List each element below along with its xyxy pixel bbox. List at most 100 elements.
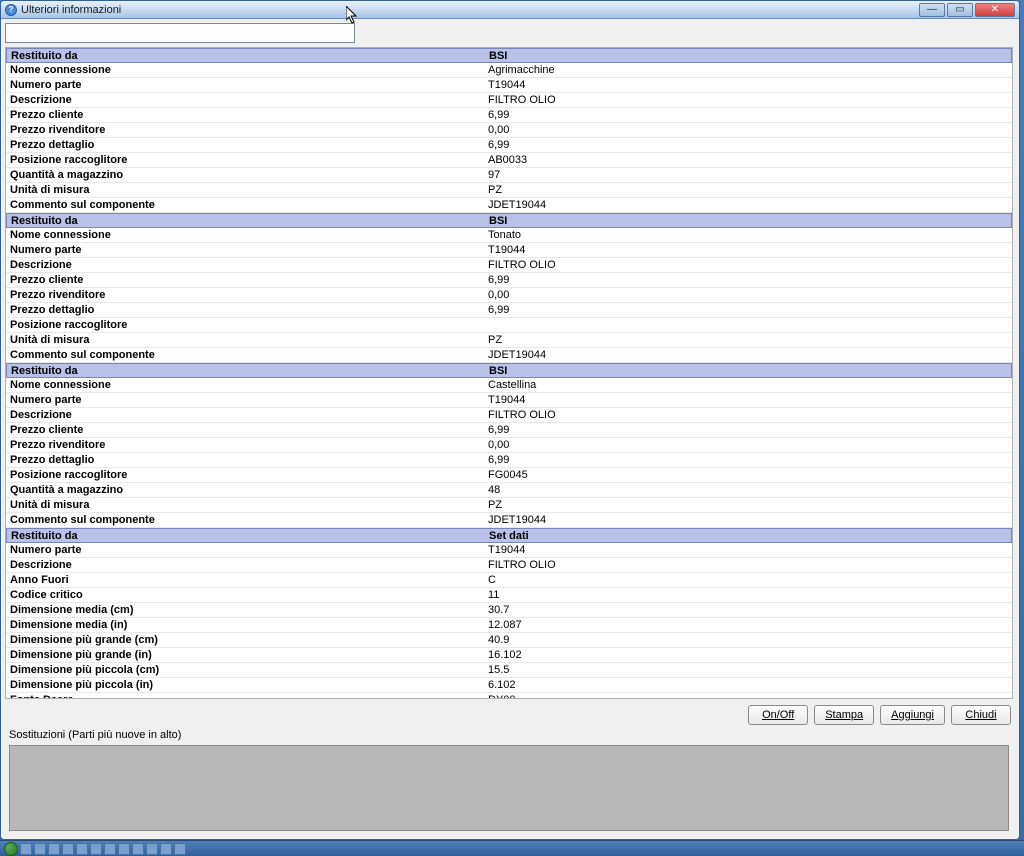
task-item[interactable] — [20, 843, 32, 855]
task-item[interactable] — [90, 843, 102, 855]
grid-row[interactable]: Unità di misuraPZ — [6, 183, 1012, 198]
grid-row[interactable]: Nome connessioneCastellina — [6, 378, 1012, 393]
grid-row[interactable]: Dimensione più grande (cm)40.9 — [6, 633, 1012, 648]
grid-row[interactable]: DescrizioneFILTRO OLIO — [6, 408, 1012, 423]
grid-row[interactable]: Posizione raccoglitore — [6, 318, 1012, 333]
grid-row[interactable]: Prezzo dettaglio6,99 — [6, 453, 1012, 468]
cell-value: T19044 — [484, 243, 1012, 257]
cell-value: T19044 — [484, 543, 1012, 557]
grid-row[interactable]: DescrizioneFILTRO OLIO — [6, 93, 1012, 108]
cell-value: 0,00 — [484, 288, 1012, 302]
task-item[interactable] — [104, 843, 116, 855]
grid-row[interactable]: Posizione raccoglitoreFG0045 — [6, 468, 1012, 483]
grid-row[interactable]: Commento sul componenteJDET19044 — [6, 348, 1012, 363]
task-item[interactable] — [132, 843, 144, 855]
grid-row[interactable]: Dimensione più piccola (in)6.102 — [6, 678, 1012, 693]
grid-row[interactable]: Codice critico11 — [6, 588, 1012, 603]
grid-row[interactable]: Prezzo rivenditore0,00 — [6, 123, 1012, 138]
grid-row[interactable]: Prezzo rivenditore0,00 — [6, 288, 1012, 303]
grid-row[interactable]: Unità di misuraPZ — [6, 498, 1012, 513]
cell-label: Descrizione — [6, 258, 484, 272]
cell-value: 0,00 — [484, 123, 1012, 137]
cell-value: BSI — [485, 49, 1011, 62]
cell-label: Prezzo cliente — [6, 108, 484, 122]
grid-row[interactable]: Quantità a magazzino48 — [6, 483, 1012, 498]
cell-label: Anno Fuori — [6, 573, 484, 587]
cell-label: Posizione raccoglitore — [6, 468, 484, 482]
grid-row[interactable]: Prezzo dettaglio6,99 — [6, 138, 1012, 153]
cell-label: Prezzo cliente — [6, 273, 484, 287]
grid-row[interactable]: Prezzo rivenditore0,00 — [6, 438, 1012, 453]
taskbar[interactable] — [0, 840, 1024, 856]
task-item[interactable] — [118, 843, 130, 855]
cell-value: 6,99 — [484, 453, 1012, 467]
cell-label: Numero parte — [6, 543, 484, 557]
grid-row[interactable]: Dimensione media (cm)30.7 — [6, 603, 1012, 618]
cell-label: Posizione raccoglitore — [6, 318, 484, 332]
grid-row[interactable]: Numero parteT19044 — [6, 78, 1012, 93]
task-item[interactable] — [62, 843, 74, 855]
grid-row[interactable]: Dimensione più grande (in)16.102 — [6, 648, 1012, 663]
grid-row[interactable]: Commento sul componenteJDET19044 — [6, 198, 1012, 213]
cell-value: FG0045 — [484, 468, 1012, 482]
maximize-button[interactable]: ▭ — [947, 3, 973, 17]
grid-row[interactable]: Nome connessioneTonato — [6, 228, 1012, 243]
grid-row[interactable]: Nome connessioneAgrimacchine — [6, 63, 1012, 78]
cell-value: FILTRO OLIO — [484, 408, 1012, 422]
cell-label: Commento sul componente — [6, 198, 484, 212]
details-grid[interactable]: Restituito da BSI Nome connessioneAgrima… — [5, 47, 1013, 699]
cell-label: Codice critico — [6, 588, 484, 602]
grid-row[interactable]: Unità di misuraPZ — [6, 333, 1012, 348]
onoff-button[interactable]: On/Off — [748, 705, 808, 725]
cell-value: 6,99 — [484, 423, 1012, 437]
grid-row[interactable]: Numero parteT19044 — [6, 393, 1012, 408]
task-item[interactable] — [160, 843, 172, 855]
grid-row[interactable]: Quantità a magazzino97 — [6, 168, 1012, 183]
toolbar — [1, 19, 1019, 47]
cell-label: Prezzo dettaglio — [6, 453, 484, 467]
task-item[interactable] — [174, 843, 186, 855]
grid-row[interactable]: Dimensione più piccola (cm)15.5 — [6, 663, 1012, 678]
group-header[interactable]: Restituito da BSI — [6, 48, 1012, 63]
grid-row[interactable]: Prezzo cliente6,99 — [6, 108, 1012, 123]
aggiungi-button[interactable]: Aggiungi — [880, 705, 945, 725]
chiudi-button[interactable]: Chiudi — [951, 705, 1011, 725]
cell-value: 6,99 — [484, 138, 1012, 152]
start-orb-icon[interactable] — [4, 842, 18, 856]
grid-row[interactable]: Prezzo dettaglio6,99 — [6, 303, 1012, 318]
grid-row[interactable]: DescrizioneFILTRO OLIO — [6, 258, 1012, 273]
task-item[interactable] — [34, 843, 46, 855]
grid-row[interactable]: Dimensione media (in)12.087 — [6, 618, 1012, 633]
grid-row[interactable]: Numero parteT19044 — [6, 543, 1012, 558]
task-item[interactable] — [76, 843, 88, 855]
cell-value: PZ — [484, 183, 1012, 197]
cell-label: Commento sul componente — [6, 348, 484, 362]
minimize-button[interactable]: — — [919, 3, 945, 17]
group-header[interactable]: Restituito da BSI — [6, 363, 1012, 378]
cell-value: C — [484, 573, 1012, 587]
cell-value: Set dati — [485, 529, 1011, 542]
stampa-button[interactable]: Stampa — [814, 705, 874, 725]
grid-row[interactable]: Posizione raccoglitoreAB0033 — [6, 153, 1012, 168]
cell-label: Dimensione più grande (in) — [6, 648, 484, 662]
cell-value: 6,99 — [484, 108, 1012, 122]
search-input[interactable] — [5, 23, 355, 43]
grid-row[interactable]: Commento sul componenteJDET19044 — [6, 513, 1012, 528]
titlebar[interactable]: ? Ulteriori informazioni — ▭ ✕ — [1, 1, 1019, 19]
substitutions-panel[interactable] — [9, 745, 1009, 831]
group-header[interactable]: Restituito da BSI — [6, 213, 1012, 228]
group-header[interactable]: Restituito da Set dati — [6, 528, 1012, 543]
grid-row[interactable]: DescrizioneFILTRO OLIO — [6, 558, 1012, 573]
dialog-window: ? Ulteriori informazioni — ▭ ✕ Restituit… — [0, 0, 1020, 840]
cell-value: 15.5 — [484, 663, 1012, 677]
grid-row[interactable]: Numero parteT19044 — [6, 243, 1012, 258]
task-item[interactable] — [146, 843, 158, 855]
cell-label: Nome connessione — [6, 228, 484, 242]
grid-row[interactable]: Prezzo cliente6,99 — [6, 273, 1012, 288]
grid-row[interactable]: Anno FuoriC — [6, 573, 1012, 588]
close-button[interactable]: ✕ — [975, 3, 1015, 17]
cell-value: 97 — [484, 168, 1012, 182]
cell-label: Nome connessione — [6, 378, 484, 392]
task-item[interactable] — [48, 843, 60, 855]
grid-row[interactable]: Prezzo cliente6,99 — [6, 423, 1012, 438]
